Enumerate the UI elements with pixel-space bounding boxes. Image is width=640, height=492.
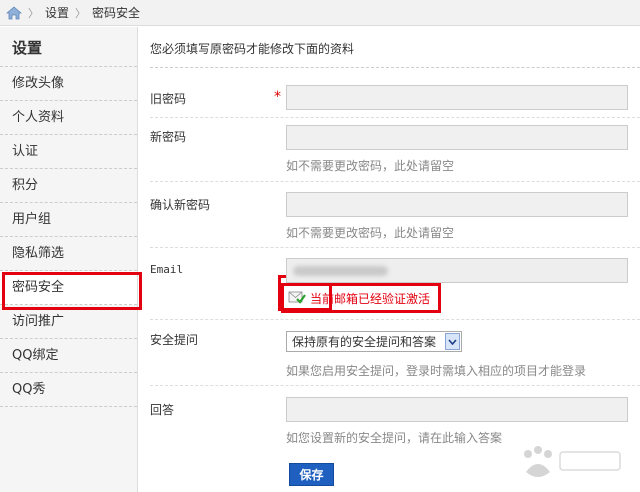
sidebar-item-verify[interactable]: 认证 (0, 135, 137, 169)
divider (150, 247, 640, 248)
new-password-input[interactable] (286, 125, 628, 150)
new-password-label: 新密码 (150, 130, 187, 144)
sidebar-item-privacy[interactable]: 隐私筛选 (0, 237, 137, 271)
divider (150, 117, 640, 118)
sidebar-item-avatar[interactable]: 修改头像 (0, 67, 137, 101)
blurred-email (293, 266, 388, 276)
sidebar-title: 设置 (0, 27, 137, 67)
security-question-selected: 保持原有的安全提问和答案 (292, 335, 437, 349)
sidebar-item-profile[interactable]: 个人资料 (0, 101, 137, 135)
security-question-select[interactable]: 保持原有的安全提问和答案 (286, 331, 462, 352)
breadcrumb-password-security: 密码安全 (92, 6, 141, 20)
sidebar-item-password-security[interactable]: 密码安全 (0, 271, 142, 310)
answer-label: 回答 (150, 403, 175, 417)
chevron-right-icon: 〉 (28, 6, 39, 20)
home-icon[interactable] (5, 5, 23, 20)
answer-hint: 如您设置新的安全提问，请在此输入答案 (286, 431, 503, 445)
divider (150, 385, 640, 386)
divider (150, 319, 640, 320)
sidebar-item-usergroup[interactable]: 用户组 (0, 203, 137, 237)
email-verified-status: 当前邮箱已经验证激活 (281, 283, 441, 313)
chevron-right-icon: 〉 (75, 6, 87, 20)
chevron-down-icon[interactable] (445, 333, 460, 350)
sidebar-item-promotion[interactable]: 访问推广 (0, 305, 137, 339)
sidebar-item-qq-bind[interactable]: QQ绑定 (0, 339, 137, 373)
breadcrumb-settings[interactable]: 设置 (45, 4, 69, 21)
divider (150, 181, 640, 182)
answer-input[interactable] (286, 397, 628, 422)
email-field[interactable] (286, 258, 628, 283)
email-verified-text: 当前邮箱已经验证激活 (310, 291, 431, 306)
sidebar: 设置 修改头像 个人资料 认证 积分 用户组 隐私筛选 密码安全 访问推广 QQ… (0, 27, 142, 492)
divider (150, 67, 640, 68)
breadcrumb: 〉 设置 〉 密码安全 (0, 0, 640, 26)
security-question-label: 安全提问 (150, 333, 199, 347)
old-password-label: 旧密码 (150, 92, 187, 106)
confirm-password-hint: 如不需要更改密码，此处请留空 (286, 226, 455, 240)
save-button[interactable]: 保存 (289, 463, 334, 486)
security-question-hint: 如果您启用安全提问，登录时需填入相应的项目才能登录 (286, 364, 587, 378)
confirm-password-input[interactable] (286, 192, 628, 217)
sidebar-item-qq-show[interactable]: QQ秀 (0, 373, 137, 407)
old-password-input[interactable] (286, 85, 628, 110)
new-password-hint: 如不需要更改密码，此处请留空 (286, 159, 455, 173)
required-marker: * (274, 89, 281, 105)
confirm-password-label: 确认新密码 (150, 198, 211, 212)
mail-check-icon (288, 290, 306, 307)
password-form: 您必须填写原密码才能修改下面的资料 旧密码 * 新密码 如不需要更改密码，此处请… (139, 27, 640, 492)
sidebar-item-points[interactable]: 积分 (0, 169, 137, 203)
email-label: Email (150, 263, 184, 276)
watermark-logo (512, 442, 632, 486)
form-notice: 您必须填写原密码才能修改下面的资料 (150, 42, 355, 56)
